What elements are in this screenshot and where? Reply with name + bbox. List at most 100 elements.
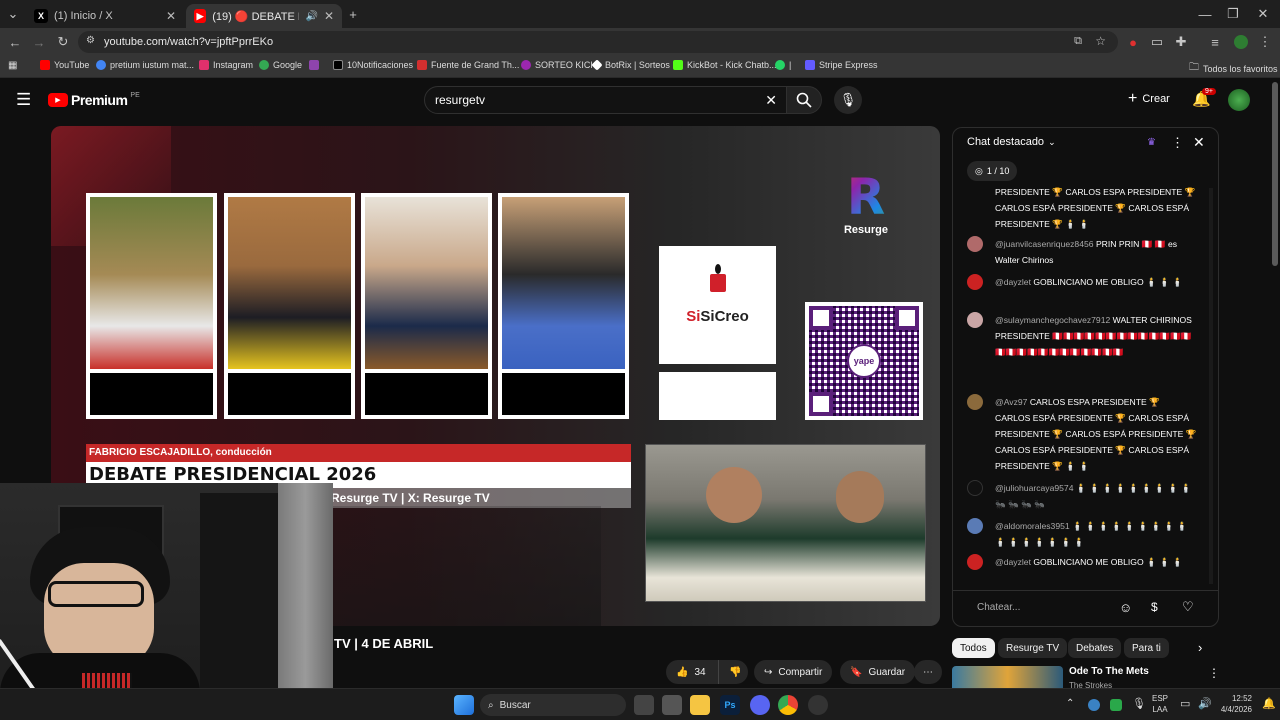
- new-tab-icon[interactable]: +: [344, 5, 362, 23]
- apps-icon[interactable]: ▦: [8, 60, 17, 71]
- recommended-thumbnail[interactable]: [952, 666, 1063, 688]
- chat-username[interactable]: @dayzlet: [995, 277, 1031, 287]
- tab-x-home[interactable]: X (1) Inicio / X ✕: [26, 4, 184, 28]
- recommended-title[interactable]: Ode To The Mets: [1069, 666, 1149, 677]
- site-info-icon[interactable]: ⚙: [86, 35, 95, 46]
- chip-todos[interactable]: Todos: [952, 638, 995, 658]
- app-icon[interactable]: [808, 695, 828, 715]
- file-explorer-icon[interactable]: [690, 695, 710, 715]
- bookmark-instagram[interactable]: Instagram: [199, 60, 253, 70]
- like-button[interactable]: 👍 34: [666, 660, 718, 684]
- bookmark-kickbot[interactable]: KickBot - Kick Chatb...: [673, 60, 777, 70]
- bookmark-botrix[interactable]: BotRix | Sorteos: [591, 59, 670, 71]
- avatar[interactable]: [967, 312, 983, 328]
- page-scrollbar[interactable]: [1272, 82, 1278, 266]
- emoji-icon[interactable]: ☺: [1119, 600, 1132, 615]
- chat-username[interactable]: @Avz97: [995, 397, 1027, 407]
- tab-youtube-debate[interactable]: ▶ (19) 🔴 DEBATE PRESIDENC 🔊 ✕: [186, 4, 342, 28]
- all-bookmarks[interactable]: 🗀 Todos los favoritos: [1189, 60, 1278, 77]
- chat-username[interactable]: @juanvilcasenriquez8456: [995, 239, 1094, 249]
- close-chat-icon[interactable]: ✕: [1193, 134, 1205, 151]
- close-window-icon[interactable]: ✕: [1254, 5, 1272, 23]
- chip-resurge-tv[interactable]: Resurge TV: [998, 638, 1068, 658]
- bookmark-star-icon[interactable]: ☆: [1095, 34, 1106, 48]
- extension-icon[interactable]: ●: [1124, 33, 1142, 51]
- notification-center-icon[interactable]: 🔔: [1262, 697, 1276, 710]
- reading-list-icon[interactable]: ≡: [1206, 33, 1224, 51]
- bookmark-stripe[interactable]: Stripe Express: [805, 60, 878, 70]
- search-button[interactable]: [786, 86, 822, 114]
- bookmark-pretium[interactable]: pretium iustum mat...: [96, 60, 194, 70]
- chrome-icon[interactable]: [778, 695, 798, 715]
- avatar[interactable]: [967, 394, 983, 410]
- close-tab-icon[interactable]: ✕: [166, 9, 176, 23]
- dislike-button[interactable]: 👎: [718, 660, 748, 684]
- extension-icon[interactable]: ▭: [1148, 33, 1166, 51]
- profile-avatar[interactable]: [1232, 33, 1250, 51]
- chat-username[interactable]: @sulaymanchegochavez7912: [995, 315, 1110, 325]
- more-actions-button[interactable]: ⋯: [914, 660, 942, 684]
- avatar[interactable]: [967, 480, 983, 496]
- poll-counter[interactable]: ◎ 1 / 10: [967, 161, 1018, 181]
- taskbar-search[interactable]: ⌕ Buscar: [480, 694, 626, 716]
- extensions-puzzle-icon[interactable]: ✚: [1172, 33, 1190, 51]
- forward-icon[interactable]: →: [30, 33, 48, 51]
- photoshop-icon[interactable]: Ps: [720, 695, 740, 715]
- tray-chevron-icon[interactable]: ⌃: [1066, 698, 1074, 709]
- menu-icon[interactable]: ⋮: [1256, 33, 1274, 51]
- bookmark-sorteo-kick[interactable]: SORTEO KICK: [521, 60, 596, 70]
- save-button[interactable]: 🔖 Guardar: [840, 660, 916, 684]
- create-button[interactable]: + Crear: [1128, 90, 1170, 108]
- network-icon[interactable]: ▭: [1180, 697, 1190, 710]
- chat-mode-dropdown[interactable]: Chat destacado ⌄: [967, 136, 1056, 148]
- task-view-icon[interactable]: [634, 695, 654, 715]
- chat-username[interactable]: @juliohuarcaya9574: [995, 483, 1073, 493]
- bookmark-whatsapp[interactable]: |: [775, 60, 791, 70]
- search-input[interactable]: resurgetv ✕: [424, 86, 788, 114]
- speaker-icon[interactable]: 🔊: [305, 11, 317, 22]
- address-bar[interactable]: ⚙ youtube.com/watch?v=jpftPprrEKo ⧉ ☆: [78, 31, 1118, 53]
- restore-icon[interactable]: ❐: [1224, 5, 1242, 23]
- more-icon[interactable]: ⋮: [1208, 666, 1220, 680]
- chevron-right-icon[interactable]: ›: [1198, 640, 1202, 655]
- bookmark-notificaciones[interactable]: 10Notificaciones: [333, 60, 413, 70]
- chat-username[interactable]: @dayzlet: [995, 557, 1031, 567]
- super-chat-icon[interactable]: $: [1151, 600, 1158, 614]
- clock[interactable]: 12:52 4/4/2026: [1221, 693, 1252, 715]
- avatar[interactable]: [967, 236, 983, 252]
- chip-debates[interactable]: Debates: [1068, 638, 1122, 658]
- avatar[interactable]: [967, 518, 983, 534]
- widgets-icon[interactable]: [662, 695, 682, 715]
- avatar[interactable]: [1228, 89, 1250, 111]
- voice-search-button[interactable]: 🎙: [834, 86, 862, 114]
- heart-icon[interactable]: ♡: [1182, 599, 1194, 615]
- chat-username[interactable]: @aldomorales3951: [995, 521, 1070, 531]
- language-indicator[interactable]: ESP LAA: [1152, 693, 1168, 715]
- tray-app-icon[interactable]: [1110, 699, 1122, 711]
- share-button[interactable]: ↪ Compartir: [754, 660, 833, 684]
- reload-icon[interactable]: ↻: [54, 33, 72, 51]
- bookmark-grandth[interactable]: Fuente de Grand Th...: [417, 60, 519, 70]
- bookmark-google[interactable]: Google: [259, 60, 302, 70]
- install-icon[interactable]: ⧉: [1074, 35, 1082, 48]
- windows-start-icon[interactable]: [454, 695, 474, 715]
- volume-icon[interactable]: 🔊: [1198, 697, 1212, 710]
- hamburger-menu-icon[interactable]: ☰: [16, 90, 31, 110]
- discord-icon[interactable]: [750, 695, 770, 715]
- bookmark-extension[interactable]: [309, 60, 319, 70]
- bookmark-youtube[interactable]: YouTube: [40, 60, 89, 70]
- close-tab-icon[interactable]: ✕: [324, 9, 334, 23]
- tab-search-icon[interactable]: ⌄: [4, 5, 22, 23]
- youtube-premium-logo[interactable]: ▶ Premium PE: [48, 92, 140, 108]
- tray-app-icon[interactable]: [1088, 699, 1100, 711]
- chip-para-ti[interactable]: Para ti: [1124, 638, 1169, 658]
- chat-scrollbar[interactable]: [1209, 188, 1213, 584]
- crown-icon[interactable]: ♛: [1147, 137, 1156, 148]
- clear-search-icon[interactable]: ✕: [765, 92, 777, 109]
- chat-menu-icon[interactable]: ⋮: [1171, 135, 1184, 151]
- avatar[interactable]: [967, 274, 983, 290]
- chat-input[interactable]: Chatear...: [967, 596, 1127, 618]
- minimize-icon[interactable]: —: [1196, 5, 1214, 23]
- microphone-icon[interactable]: 🎙: [1132, 697, 1146, 710]
- back-icon[interactable]: ←: [6, 33, 24, 51]
